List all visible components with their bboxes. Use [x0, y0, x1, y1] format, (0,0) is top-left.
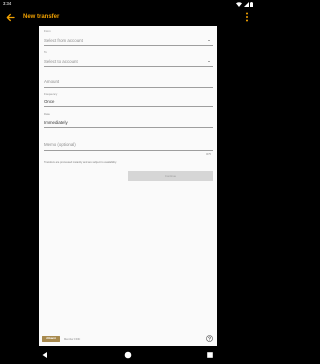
amount-underline	[44, 86, 213, 88]
from-label: From	[44, 29, 51, 33]
from-account-select[interactable]: From Select from account	[44, 30, 213, 46]
status-time: 3:34	[3, 1, 12, 6]
status-icons	[236, 1, 253, 7]
date-field[interactable]: Date Immediately	[44, 113, 213, 129]
memo-character-counter: 0/75	[205, 153, 211, 156]
from-underline	[44, 44, 213, 46]
frequency-label: Frequency	[44, 92, 58, 96]
amount-placeholder: Amount	[44, 79, 60, 84]
to-underline	[44, 65, 213, 67]
frequency-underline	[44, 106, 213, 107]
date-label: Date	[44, 112, 50, 116]
nav-back-icon[interactable]	[41, 351, 49, 359]
chevron-down-icon	[208, 60, 210, 62]
system-navigation-bar	[0, 346, 256, 364]
more-vert-icon[interactable]	[243, 11, 251, 23]
continue-button[interactable]: Continue	[128, 171, 213, 181]
to-label: To	[44, 50, 47, 54]
frequency-value: Once	[44, 99, 55, 104]
transfer-disclaimer: Transfers are processed instantly and ar…	[44, 161, 117, 164]
page-title: New transfer	[23, 14, 60, 20]
brand-caption: Member FDIC	[64, 337, 81, 341]
signal-icon	[243, 1, 249, 7]
transfer-form: From Select from account To Select to ac…	[39, 26, 217, 346]
footer: Alkami Member FDIC	[39, 332, 217, 346]
battery-icon	[250, 1, 253, 7]
nav-home-icon[interactable]	[124, 351, 132, 359]
date-underline	[44, 127, 213, 128]
from-placeholder: Select from account	[44, 37, 83, 43]
nav-recents-icon[interactable]	[206, 351, 214, 359]
wifi-icon	[236, 1, 242, 7]
help-circle-icon[interactable]	[206, 335, 213, 342]
status-bar: 3:34	[0, 0, 256, 8]
amount-field[interactable]: Amount	[44, 76, 213, 88]
chevron-down-icon	[208, 39, 210, 41]
frequency-field[interactable]: Frequency Once	[44, 93, 213, 108]
to-account-select[interactable]: To Select to account	[44, 51, 213, 67]
memo-field[interactable]: Memo (optional)	[44, 139, 213, 151]
app-bar: New transfer	[0, 8, 256, 26]
memo-placeholder: Memo (optional)	[44, 142, 76, 147]
to-placeholder: Select to account	[44, 58, 78, 64]
brand-logo: Alkami	[42, 336, 60, 342]
memo-underline	[44, 149, 213, 151]
back-arrow-icon[interactable]	[5, 12, 16, 23]
date-value: Immediately	[44, 120, 68, 125]
